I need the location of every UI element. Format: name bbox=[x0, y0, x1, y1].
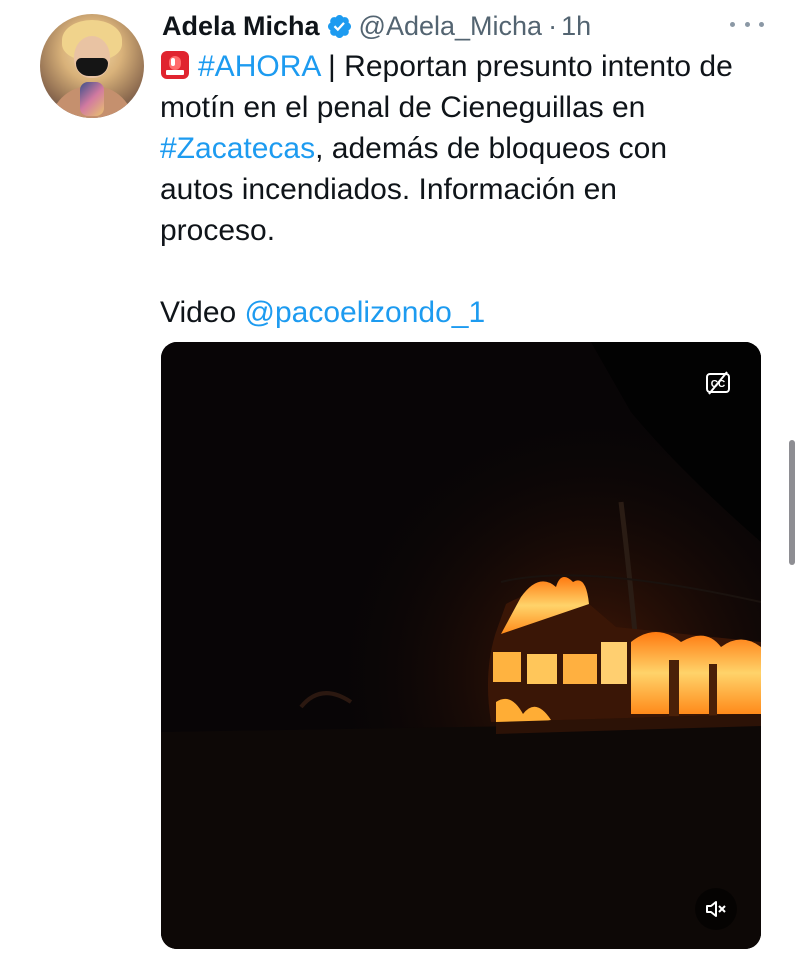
timestamp[interactable]: 1h bbox=[561, 11, 591, 42]
tweet-line-2: motín en el penal de Cieneguillas en bbox=[160, 91, 646, 124]
mute-button[interactable] bbox=[695, 888, 737, 930]
tweet-header: Adela Micha @Adela_Micha · 1h bbox=[162, 6, 591, 46]
tweet-line-video: Video @pacoelizondo_1 bbox=[160, 292, 780, 333]
video-credit-label: Video bbox=[160, 296, 245, 329]
tweet-text: #AHORA | Reportan presunto intento de mo… bbox=[160, 46, 780, 333]
video-player[interactable]: CC bbox=[161, 342, 761, 949]
avatar-scarf bbox=[80, 82, 104, 116]
more-dot bbox=[730, 21, 735, 27]
tweet-text-line3: , además de bloqueos con bbox=[315, 132, 668, 165]
tweet-line-3: #Zacatecas, además de bloqueos con bbox=[160, 128, 780, 169]
siren-emoji-icon bbox=[161, 51, 189, 79]
scrollbar[interactable] bbox=[789, 440, 795, 565]
speaker-muted-icon bbox=[706, 901, 726, 917]
verified-badge-icon bbox=[327, 14, 351, 38]
separator-dot: · bbox=[548, 10, 558, 41]
tweet[interactable]: Adela Micha @Adela_Micha · 1h #AHORA | R… bbox=[0, 0, 800, 963]
tweet-text-line1: | Reportan presunto intento de bbox=[319, 50, 733, 83]
tweet-line-5: proceso. bbox=[160, 214, 276, 247]
hashtag-zacatecas[interactable]: #Zacatecas bbox=[160, 132, 315, 165]
mention-link[interactable]: @pacoelizondo_1 bbox=[245, 296, 486, 329]
video-frame bbox=[161, 342, 761, 949]
more-options-icon[interactable] bbox=[730, 12, 764, 36]
more-dot bbox=[759, 21, 764, 27]
tweet-line-1: #AHORA | Reportan presunto intento de bbox=[160, 46, 780, 87]
closed-captions-icon[interactable]: CC bbox=[705, 370, 731, 396]
author-handle[interactable]: @Adela_Micha bbox=[359, 11, 543, 42]
hashtag-ahora[interactable]: #AHORA bbox=[198, 50, 320, 83]
tweet-line-4: autos incendiados. Información en bbox=[160, 173, 617, 206]
avatar-mask bbox=[76, 58, 108, 76]
avatar[interactable] bbox=[40, 14, 144, 118]
author-name[interactable]: Adela Micha bbox=[162, 11, 320, 42]
more-dot bbox=[744, 21, 750, 27]
